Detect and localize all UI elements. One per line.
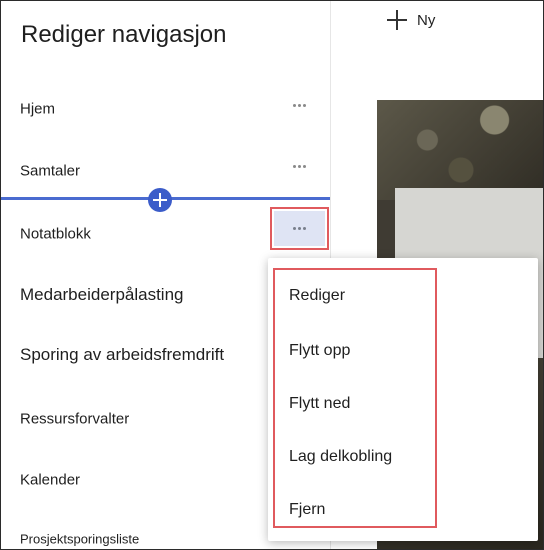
new-button-label: Ny (417, 11, 436, 29)
new-button[interactable]: Ny (387, 7, 435, 33)
more-horizontal-icon[interactable] (289, 156, 309, 176)
nav-item-samtaler[interactable]: Samtaler (1, 151, 331, 191)
nav-item-label: Samtaler (20, 162, 81, 180)
image-region (377, 100, 543, 200)
menu-item-flytt-ned[interactable]: Flytt ned (289, 395, 350, 413)
plus-icon (387, 10, 407, 30)
menu-item-fjern[interactable]: Fjern (289, 501, 325, 519)
nav-item-label: Prosjektsporingsliste (20, 531, 140, 547)
app-frame: Ny Rediger navigasjon Hjem Samtaler Nota… (0, 0, 544, 550)
menu-item-rediger[interactable]: Rediger (289, 287, 345, 305)
menu-item-lag-delkobling[interactable]: Lag delkobling (289, 448, 392, 466)
panel-title: Rediger navigasjon (21, 21, 227, 48)
nav-item-label: Notatblokk (20, 225, 91, 243)
nav-item-label: Kalender (20, 471, 81, 489)
more-horizontal-icon[interactable] (289, 95, 309, 115)
nav-item-hjem[interactable]: Hjem (1, 89, 331, 129)
nav-item-label: Medarbeiderpålasting (20, 285, 184, 304)
nav-item-label: Sporing av arbeidsfremdrift (20, 345, 225, 364)
nav-item-label: Hjem (20, 100, 56, 118)
more-horizontal-icon[interactable] (274, 211, 325, 246)
menu-item-flytt-opp[interactable]: Flytt opp (289, 342, 350, 360)
add-circle-icon[interactable] (148, 188, 172, 212)
nav-item-label: Ressursforvalter (20, 410, 130, 428)
